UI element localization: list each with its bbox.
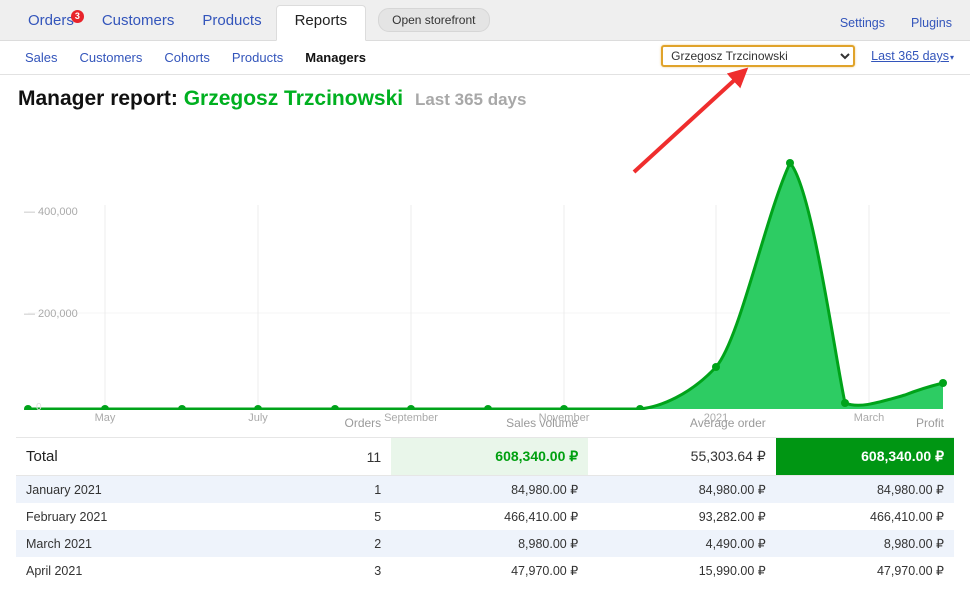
nav-item-reports[interactable]: Reports — [276, 5, 367, 41]
settings-link[interactable]: Settings — [840, 16, 885, 30]
x-axis-tick-may: May — [95, 412, 116, 424]
x-axis-tick-july: July — [248, 412, 268, 424]
row-average-order: 93,282.00 ₽ — [588, 503, 776, 530]
sales-chart: —400,000 —200,000 0 May July September N… — [0, 117, 970, 410]
x-axis-tick-march: March — [854, 412, 885, 424]
row-label: April 2021 — [16, 557, 260, 584]
row-sales-volume: 84,980.00 ₽ — [391, 476, 588, 504]
total-average-order: 55,303.64 ₽ — [588, 438, 776, 476]
row-average-order: 84,980.00 ₽ — [588, 476, 776, 504]
table-head: Orders Sales volume Average order Profit — [16, 410, 954, 438]
row-average-order: 4,490.00 ₽ — [588, 530, 776, 557]
y-axis-tick-400000: —400,000 — [24, 206, 78, 218]
manager-report-table-container: Orders Sales volume Average order Profit… — [0, 410, 970, 584]
nav-item-orders-label: Orders — [28, 12, 74, 29]
table-header-row: Orders Sales volume Average order Profit — [16, 410, 954, 438]
row-orders: 5 — [260, 503, 391, 530]
column-header-average-order: Average order — [588, 410, 776, 438]
y-axis-tick-400000-label: 400,000 — [38, 206, 78, 218]
row-orders: 3 — [260, 557, 391, 584]
table-body: Total 11 608,340.00 ₽ 55,303.64 ₽ 608,34… — [16, 438, 954, 585]
row-profit: 8,980.00 ₽ — [776, 530, 954, 557]
table-row: March 2021 2 8,980.00 ₽ 4,490.00 ₽ 8,980… — [16, 530, 954, 557]
subnav-right-controls: Grzegosz Trzcinowski Last 365 days▾ — [661, 45, 954, 67]
manager-report-table: Orders Sales volume Average order Profit… — [16, 410, 954, 584]
table-row: February 2021 5 466,410.00 ₽ 93,282.00 ₽… — [16, 503, 954, 530]
subnav-item-products[interactable]: Products — [221, 50, 294, 65]
subnav-item-cohorts[interactable]: Cohorts — [153, 50, 221, 65]
row-profit: 47,970.00 ₽ — [776, 557, 954, 584]
y-tick-dash-icon: — — [24, 206, 35, 218]
main-toolbar: Orders 3 Customers Products Reports Open… — [0, 0, 970, 41]
period-filter-label: Last 365 days — [871, 49, 949, 63]
total-profit: 608,340.00 ₽ — [776, 438, 954, 476]
table-row: April 2021 3 47,970.00 ₽ 15,990.00 ₽ 47,… — [16, 557, 954, 584]
total-label: Total — [16, 438, 260, 476]
row-label: January 2021 — [16, 476, 260, 504]
toolbar-right-links: Settings Plugins — [840, 16, 970, 40]
column-header-period — [16, 410, 260, 438]
subnav-item-sales[interactable]: Sales — [14, 50, 69, 65]
row-profit: 466,410.00 ₽ — [776, 503, 954, 530]
row-sales-volume: 47,970.00 ₽ — [391, 557, 588, 584]
row-sales-volume: 466,410.00 ₽ — [391, 503, 588, 530]
manager-select[interactable]: Grzegosz Trzcinowski — [661, 45, 855, 67]
row-label: February 2021 — [16, 503, 260, 530]
x-axis-tick-november: November — [539, 412, 590, 424]
y-axis-tick-200000-label: 200,000 — [38, 308, 78, 320]
chart-canvas — [0, 117, 970, 410]
total-orders: 11 — [260, 438, 391, 476]
row-orders: 1 — [260, 476, 391, 504]
y-tick-dash-icon: — — [24, 308, 35, 320]
open-storefront-button[interactable]: Open storefront — [378, 8, 489, 32]
row-orders: 2 — [260, 530, 391, 557]
subnav-item-managers[interactable]: Managers — [294, 50, 377, 65]
primary-nav: Orders 3 Customers Products Reports Open… — [0, 0, 490, 40]
orders-count-badge: 3 — [71, 10, 84, 23]
plugins-link[interactable]: Plugins — [911, 16, 952, 30]
x-axis-tick-2021: 2021 — [704, 412, 728, 424]
period-filter-link[interactable]: Last 365 days▾ — [871, 49, 954, 63]
page-title-period: Last 365 days — [415, 90, 527, 109]
table-row-total: Total 11 608,340.00 ₽ 55,303.64 ₽ 608,34… — [16, 438, 954, 476]
x-axis-tick-september: September — [384, 412, 438, 424]
y-axis-zero-label: 0 — [36, 402, 42, 413]
row-average-order: 15,990.00 ₽ — [588, 557, 776, 584]
nav-item-products[interactable]: Products — [188, 12, 275, 40]
row-profit: 84,980.00 ₽ — [776, 476, 954, 504]
table-row: January 2021 1 84,980.00 ₽ 84,980.00 ₽ 8… — [16, 476, 954, 504]
nav-item-customers[interactable]: Customers — [88, 12, 189, 40]
chevron-down-icon: ▾ — [950, 53, 954, 62]
page-title-prefix: Manager report: — [18, 87, 178, 110]
total-sales-volume: 608,340.00 ₽ — [391, 438, 588, 476]
page-title: Manager report: Grzegosz Trzcinowski Las… — [0, 75, 970, 111]
page-title-manager-name: Grzegosz Trzcinowski — [184, 87, 403, 110]
row-sales-volume: 8,980.00 ₽ — [391, 530, 588, 557]
subnav-item-customers[interactable]: Customers — [69, 50, 154, 65]
column-header-orders: Orders — [260, 410, 391, 438]
reports-subnav: Sales Customers Cohorts Products Manager… — [0, 41, 970, 75]
y-axis-tick-200000: —200,000 — [24, 308, 78, 320]
row-label: March 2021 — [16, 530, 260, 557]
nav-item-orders[interactable]: Orders 3 — [14, 12, 88, 40]
